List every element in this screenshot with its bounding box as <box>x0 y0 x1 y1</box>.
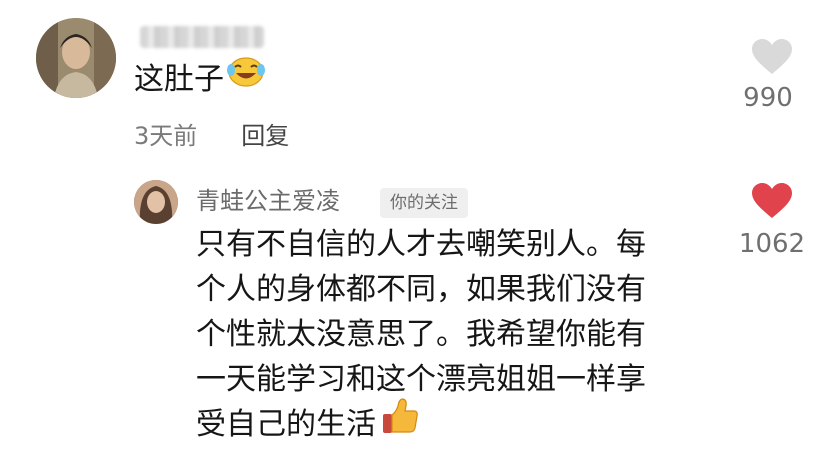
reply-like-button[interactable]: 1062 <box>730 182 814 260</box>
comment-meta: 3天前 回复 <box>134 118 289 154</box>
laughing-crying-emoji-icon <box>226 54 266 101</box>
reply-button[interactable]: 回复 <box>241 122 289 150</box>
avatar[interactable] <box>36 18 116 98</box>
reply-like-count: 1062 <box>738 229 806 259</box>
reply-line-last: 受自己的生活 <box>196 398 716 449</box>
reply-line-text: 受自己的生活 <box>196 407 376 442</box>
thumbs-up-icon <box>380 396 420 449</box>
reply-avatar-image <box>134 180 178 224</box>
reply-line: 个性就太没意思了。我希望你能有 <box>196 317 646 352</box>
comment-thread: 这肚子 3天前 回复 990 青蛙公主爱凌 你的关注 只有不自信的人才去嘲笑别人。… <box>0 0 826 464</box>
reply-author-name[interactable]: 青蛙公主爱凌 <box>196 184 340 218</box>
username-blurred[interactable] <box>140 26 264 48</box>
heart-icon[interactable] <box>750 38 794 76</box>
following-badge: 你的关注 <box>380 188 468 218</box>
reply-line: 只有不自信的人才去嘲笑别人。每 <box>196 227 646 262</box>
avatar-image <box>36 18 116 98</box>
comment-text: 这肚子 <box>134 57 266 102</box>
like-button[interactable]: 990 <box>742 38 802 114</box>
like-count: 990 <box>743 83 793 113</box>
reply-text: 只有不自信的人才去嘲笑别人。每 个人的身体都不同，如果我们没有 个性就太没意思了… <box>196 222 716 449</box>
heart-filled-icon[interactable] <box>750 182 794 220</box>
comment-timestamp: 3天前 <box>134 122 198 150</box>
reply-avatar[interactable] <box>134 180 178 224</box>
reply-line: 个人的身体都不同，如果我们没有 <box>196 272 646 307</box>
comment-body: 这肚子 <box>134 62 224 97</box>
reply-line: 一天能学习和这个漂亮姐姐一样享 <box>196 362 646 397</box>
